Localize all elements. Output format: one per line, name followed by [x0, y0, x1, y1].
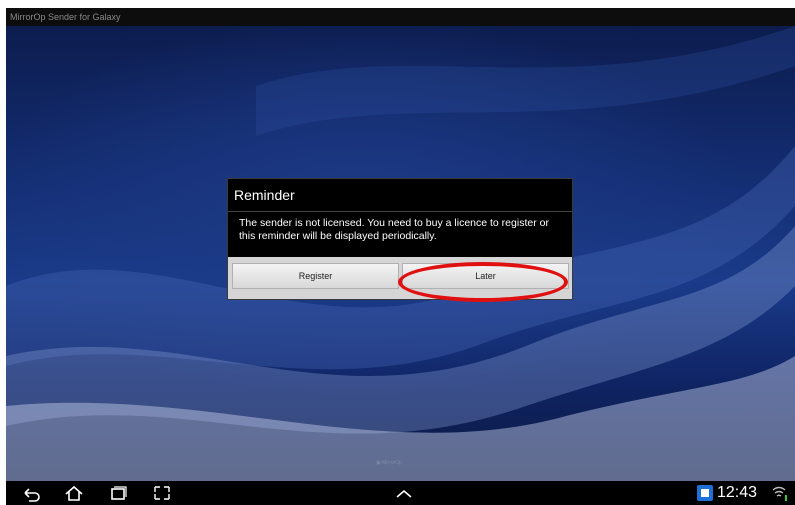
chevron-up-icon[interactable] [394, 484, 414, 502]
wifi-icon [772, 486, 787, 501]
dialog-message-line: The sender is not licensed. You need to … [239, 217, 549, 229]
watermark-logo-icon: ▣ [376, 460, 381, 466]
system-navigation-bar: 12:43 [6, 481, 795, 505]
home-icon[interactable] [64, 484, 84, 502]
clock: 12:43 [717, 484, 758, 501]
register-button[interactable]: Register [232, 263, 399, 289]
recent-apps-icon[interactable] [108, 484, 128, 502]
screenshot-icon[interactable] [152, 484, 172, 502]
window-title: MirrorOp Sender for Galaxy [6, 8, 795, 26]
dialog-title: Reminder [234, 187, 295, 203]
mirrorop-watermark: ▣ MirrorOp [376, 460, 402, 466]
back-icon[interactable] [21, 484, 41, 502]
app-notification-icon[interactable] [696, 484, 714, 502]
dialog-message-line: this reminder will be displayed periodic… [239, 230, 437, 242]
dialog-message: The sender is not licensed. You need to … [239, 217, 569, 243]
dialog-divider [228, 211, 572, 212]
red-highlight-circle [398, 262, 568, 302]
